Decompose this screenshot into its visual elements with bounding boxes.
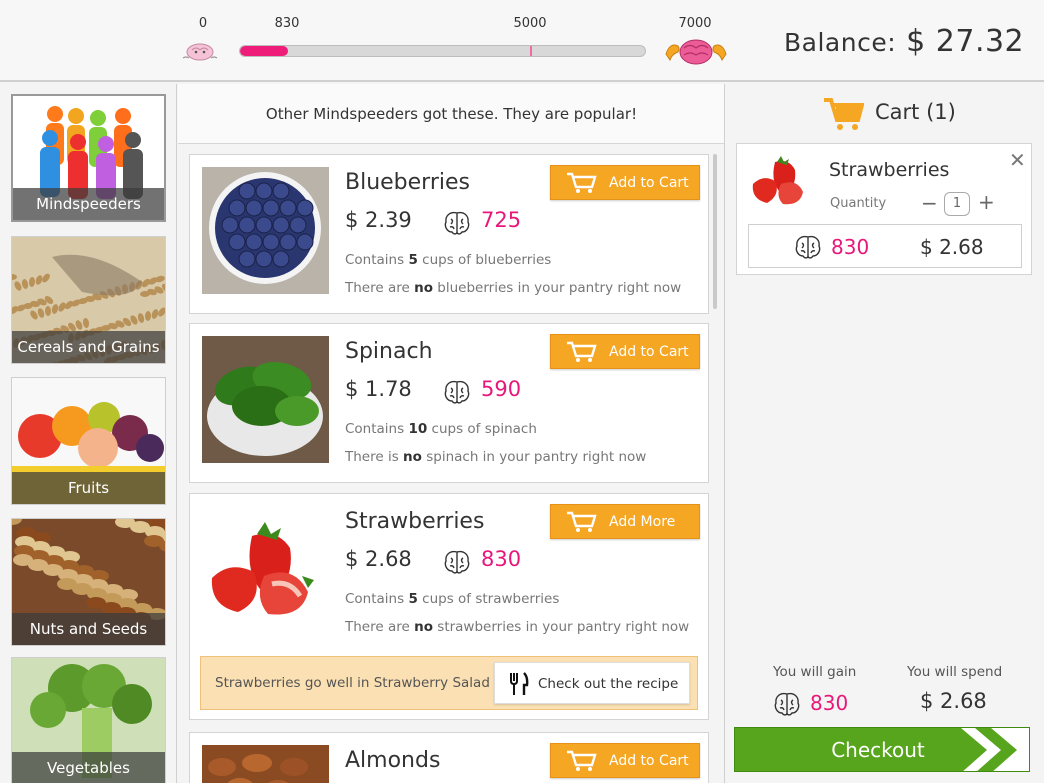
category-label: Nuts and Seeds	[12, 613, 165, 645]
add-to-cart-label: Add to Cart	[609, 344, 689, 360]
category-nuts-and-seeds[interactable]: Nuts and Seeds	[11, 518, 166, 646]
product-name: Blueberries	[345, 170, 470, 195]
quantity-decrease-button[interactable]: −	[921, 191, 938, 215]
cart-icon	[824, 98, 865, 130]
category-sidebar: Mindspeeders Cereals and Grains Fruits N…	[0, 84, 177, 783]
cart-item-name: Strawberries	[829, 159, 950, 181]
spinach-image	[202, 336, 329, 463]
add-more-label: Add More	[609, 514, 676, 530]
cart-item-price: $ 2.68	[920, 235, 984, 259]
category-label: Cereals and Grains	[12, 331, 165, 363]
small-brain-icon	[182, 43, 218, 61]
product-pantry-status: There are no strawberries in your pantry…	[345, 619, 690, 635]
cart-icon	[567, 172, 597, 193]
category-label: Vegetables	[12, 752, 165, 783]
quantity-field[interactable]: 1	[944, 192, 970, 216]
gain-value: 830	[810, 691, 849, 715]
cart-panel: Cart (1) Strawberries ✕ Quantity − 1 + 8…	[726, 84, 1044, 783]
progress-milestone-tick	[530, 46, 532, 56]
product-price: $ 2.68	[345, 547, 412, 571]
progress-fill	[240, 46, 289, 56]
add-to-cart-label: Add to Cart	[609, 175, 689, 191]
cart-item-strawberries: Strawberries ✕ Quantity − 1 + 830 $ 2.68	[736, 143, 1032, 275]
balance: Balance: $ 27.32	[784, 24, 1024, 59]
almonds-image	[202, 745, 329, 783]
recipe-suggestion: Strawberries go well in Strawberry Salad…	[200, 656, 698, 710]
cart-icon	[567, 341, 597, 362]
cart-item-summary: 830 $ 2.68	[748, 224, 1022, 268]
product-contains: Contains 5 cups of blueberries	[345, 252, 552, 268]
muscular-brain-icon	[665, 39, 727, 65]
check-recipe-label: Check out the recipe	[538, 676, 679, 692]
product-name: Strawberries	[345, 509, 485, 534]
balance-amount: $ 27.32	[906, 24, 1025, 59]
product-price: $ 2.39	[345, 208, 412, 232]
brain-icon	[444, 550, 470, 574]
product-name: Spinach	[345, 339, 433, 364]
product-card-strawberries: Strawberries $ 2.68 830 Add More Contain…	[189, 493, 709, 720]
cart-title: Cart (1)	[875, 100, 956, 124]
progress-label-current: 830	[274, 16, 300, 31]
product-points: 590	[481, 377, 522, 401]
check-recipe-button[interactable]: Check out the recipe	[494, 662, 690, 704]
add-to-cart-label: Add to Cart	[609, 753, 689, 769]
cart-item-points: 830	[831, 235, 870, 259]
category-fruits[interactable]: Fruits	[11, 377, 166, 505]
product-pantry-status: There is no spinach in your pantry right…	[345, 449, 647, 465]
category-mindspeeders[interactable]: Mindspeeders	[11, 94, 166, 222]
list-scrollbar[interactable]	[713, 154, 717, 309]
strawberries-thumb-image	[747, 154, 817, 209]
app: 0 830 5000 7000 Balance: $ 27.32 Mindspe…	[0, 0, 1044, 783]
brain-icon	[795, 235, 821, 259]
product-contains: Contains 5 cups of strawberries	[345, 591, 560, 607]
category-vegetables[interactable]: Vegetables	[11, 657, 166, 783]
product-points: 725	[481, 208, 522, 232]
product-contains: Contains 10 cups of spinach	[345, 421, 537, 437]
category-label: Mindspeeders	[13, 188, 164, 220]
fork-knife-icon	[510, 672, 529, 695]
gain-label: You will gain	[773, 664, 857, 680]
brain-icon	[444, 380, 470, 404]
progress-label-max: 7000	[678, 16, 712, 31]
quantity-increase-button[interactable]: +	[978, 190, 995, 214]
product-card-almonds: Almonds Add to Cart	[189, 732, 709, 783]
product-price: $ 1.78	[345, 377, 412, 401]
progress-label-start: 0	[198, 16, 208, 31]
spend-value: $ 2.68	[920, 689, 987, 713]
progress-bar	[239, 45, 646, 57]
quantity-label: Quantity	[830, 196, 887, 211]
category-label: Fruits	[12, 472, 165, 504]
blueberries-image	[202, 167, 329, 294]
checkout-button[interactable]: Checkout	[734, 727, 1030, 772]
top-bar: 0 830 5000 7000 Balance: $ 27.32	[0, 0, 1044, 82]
product-points: 830	[481, 547, 522, 571]
product-card-blueberries: Blueberries $ 2.39 725 Add to Cart Conta…	[189, 154, 709, 314]
remove-item-icon[interactable]: ✕	[1009, 148, 1026, 172]
recipe-text: Strawberries go well in Strawberry Salad	[215, 675, 490, 691]
add-to-cart-button[interactable]: Add to Cart	[550, 743, 700, 778]
cart-icon	[567, 511, 597, 532]
cart-header: Cart (1)	[822, 96, 1022, 136]
add-to-cart-button[interactable]: Add to Cart	[550, 334, 700, 369]
product-name: Almonds	[345, 748, 441, 773]
cart-icon	[567, 750, 597, 771]
spend-label: You will spend	[907, 664, 1003, 680]
product-pantry-status: There are no blueberries in your pantry …	[345, 280, 682, 296]
product-card-spinach: Spinach $ 1.78 590 Add to Cart Contains …	[189, 323, 709, 483]
brain-icon	[444, 211, 470, 235]
balance-label: Balance:	[784, 28, 897, 57]
category-cereals-and-grains[interactable]: Cereals and Grains	[11, 236, 166, 364]
add-to-cart-button[interactable]: Add to Cart	[550, 165, 700, 200]
popular-header: Other Mindspeeders got these. They are p…	[178, 84, 724, 144]
strawberries-image	[202, 506, 329, 633]
progress-label-mid: 5000	[513, 16, 547, 31]
product-list: Other Mindspeeders got these. They are p…	[178, 84, 725, 783]
brain-icon	[774, 692, 800, 716]
add-more-button[interactable]: Add More	[550, 504, 700, 539]
chevron-right-icon	[961, 728, 1029, 771]
